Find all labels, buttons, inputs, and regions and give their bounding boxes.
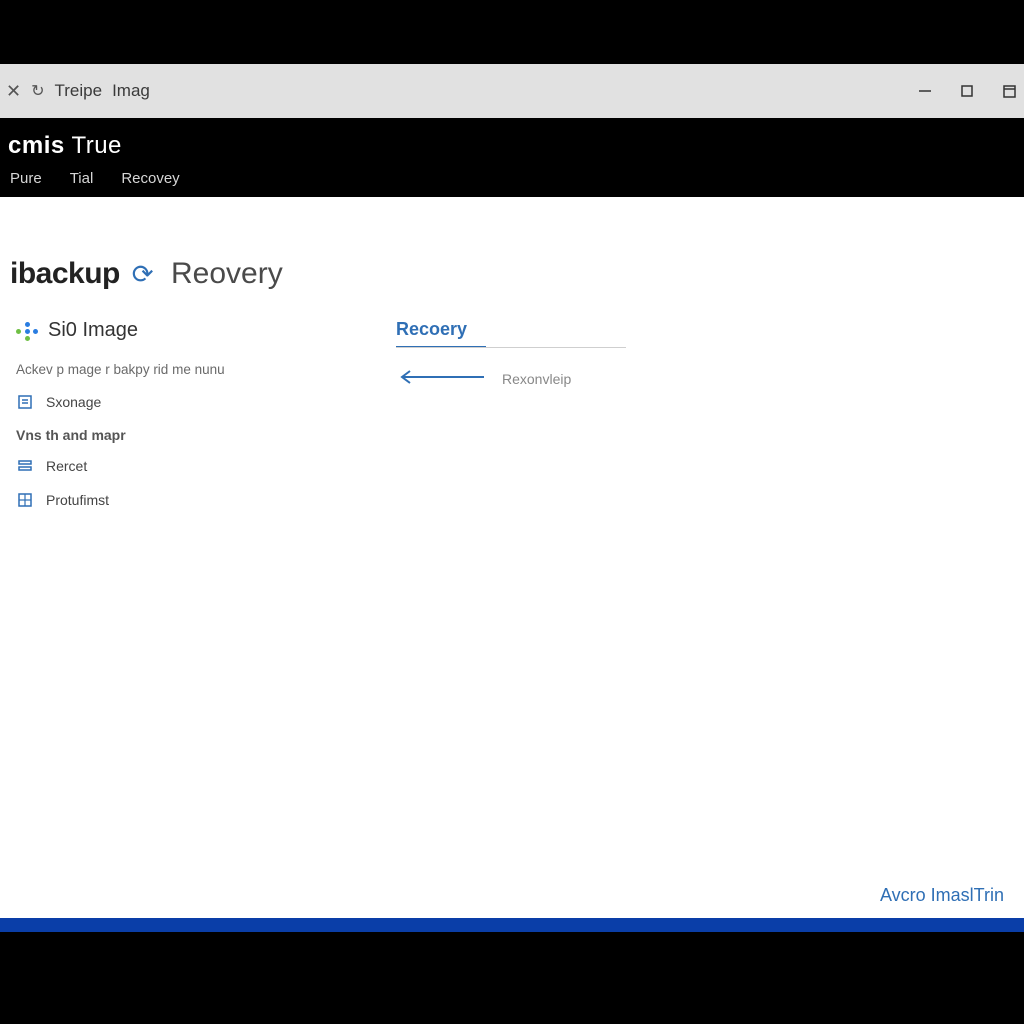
refresh-icon[interactable]: ↻	[31, 81, 44, 101]
app-brand: cmis True	[0, 132, 1024, 170]
section-description: Ackev p mage r bakpy rid me nunu	[16, 362, 336, 377]
tab-recovery[interactable]: Recovey	[121, 170, 179, 187]
divider	[396, 347, 626, 348]
tab-pure[interactable]: Pure	[10, 170, 42, 187]
sidebar-item-protect[interactable]: Protufimst	[16, 491, 336, 509]
sidebar-item-label: Rercet	[46, 458, 87, 474]
content-area: ibackup ⟳ Reovery Si0 Image Ackev p mage…	[0, 197, 1024, 932]
tab-trial[interactable]: Tial	[70, 170, 94, 187]
list-icon	[16, 457, 34, 475]
sidebar-item-storage[interactable]: Sxonage	[16, 393, 336, 411]
section-head-image: Si0 Image	[16, 319, 336, 342]
app-window: ✕ ↻ Treipe Imag cmis True	[0, 64, 1024, 932]
recovery-row[interactable]: Rexonvleip	[396, 370, 716, 387]
window-restore-icon[interactable]	[1002, 84, 1016, 98]
footer-bar	[0, 918, 1024, 932]
section-title: Si0 Image	[48, 319, 138, 342]
document-icon	[16, 393, 34, 411]
sidebar-item-label: Sxonage	[46, 394, 101, 410]
recovery-row-label: Rexonvleip	[502, 371, 571, 387]
app-tabs: Pure Tial Recovey	[0, 170, 1024, 197]
close-tab-icon[interactable]: ✕	[6, 81, 21, 102]
footer-brand: Avcro ImaslTrin	[880, 885, 1004, 906]
page-title-recovery: Reovery	[171, 257, 283, 291]
recovery-panel: Recoery Rexonvleip	[396, 319, 716, 525]
titlebar-text-1: Treipe	[55, 81, 103, 101]
grid-icon	[16, 491, 34, 509]
titlebar-text-2: Imag	[112, 81, 150, 101]
window-minimize-icon[interactable]	[918, 84, 932, 98]
spinner-icon: ⟳	[132, 259, 153, 289]
sidebar-subheading: Vns th and mapr	[16, 427, 336, 443]
brand-right: True	[71, 132, 121, 159]
sidebar-item-label: Protufimst	[46, 492, 109, 508]
titlebar: ✕ ↻ Treipe Imag	[0, 64, 1024, 118]
page-title: ibackup ⟳ Reovery	[0, 197, 1024, 319]
cluster-icon	[16, 320, 38, 342]
app-header: cmis True Pure Tial Recovey	[0, 118, 1024, 197]
sidebar: Si0 Image Ackev p mage r bakpy rid me nu…	[16, 319, 336, 525]
page-title-backup: ibackup	[10, 257, 120, 290]
brand-left: cmis	[8, 132, 65, 159]
sidebar-item-recent[interactable]: Rercet	[16, 457, 336, 475]
arrow-left-icon	[396, 370, 486, 387]
recovery-heading: Recoery	[396, 319, 486, 348]
window-maximize-icon[interactable]	[960, 84, 974, 98]
